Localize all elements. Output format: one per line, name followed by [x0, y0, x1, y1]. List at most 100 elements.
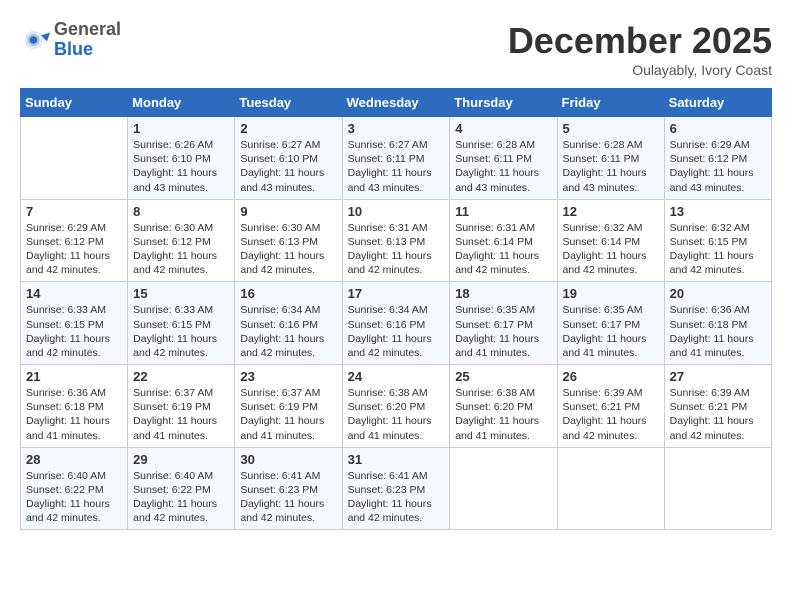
weekday-header-row: SundayMondayTuesdayWednesdayThursdayFrid… — [21, 89, 772, 117]
day-detail: Sunrise: 6:33 AM Sunset: 6:15 PM Dayligh… — [26, 303, 122, 360]
day-detail: Sunrise: 6:40 AM Sunset: 6:22 PM Dayligh… — [26, 469, 122, 526]
calendar-cell: 19Sunrise: 6:35 AM Sunset: 6:17 PM Dayli… — [557, 282, 664, 365]
day-number: 20 — [670, 286, 766, 301]
weekday-header-friday: Friday — [557, 89, 664, 117]
day-detail: Sunrise: 6:31 AM Sunset: 6:14 PM Dayligh… — [455, 221, 551, 278]
calendar-cell: 22Sunrise: 6:37 AM Sunset: 6:19 PM Dayli… — [128, 365, 235, 448]
day-detail: Sunrise: 6:30 AM Sunset: 6:12 PM Dayligh… — [133, 221, 229, 278]
title-area: December 2025 Oulayably, Ivory Coast — [508, 20, 772, 78]
calendar-cell: 29Sunrise: 6:40 AM Sunset: 6:22 PM Dayli… — [128, 447, 235, 530]
calendar-cell: 31 Sunrise: 6:41 AM Sunset: 6:23 PM Dayli… — [342, 447, 450, 530]
day-detail: Sunrise: 6:41 AM Sunset: 6:23 PM Dayligh… — [240, 469, 336, 526]
week-row-4: 21Sunrise: 6:36 AM Sunset: 6:18 PM Dayli… — [21, 365, 772, 448]
calendar-cell: 11 Sunrise: 6:31 AM Sunset: 6:14 PM Dayli… — [450, 199, 557, 282]
calendar-cell: 14 Sunrise: 6:33 AM Sunset: 6:15 PM Dayli… — [21, 282, 128, 365]
day-detail: Sunrise: 6:38 AM Sunset: 6:20 PM Dayligh… — [455, 386, 551, 443]
weekday-header-sunday: Sunday — [21, 89, 128, 117]
day-detail: Sunrise: 6:41 AM Sunset: 6:23 PM Dayligh… — [348, 469, 445, 526]
logo-general: General — [54, 20, 121, 40]
calendar-cell: 10 Sunrise: 6:31 AM Sunset: 6:13 PM Dayli… — [342, 199, 450, 282]
day-detail: Sunrise: 6:26 AM Sunset: 6:10 PM Dayligh… — [133, 138, 229, 195]
day-number: 7 — [26, 204, 122, 219]
calendar-cell: 30Sunrise: 6:41 AM Sunset: 6:23 PM Dayli… — [235, 447, 342, 530]
location: Oulayably, Ivory Coast — [508, 62, 772, 78]
day-number: 2 — [240, 121, 336, 136]
day-number: 23 — [240, 369, 336, 384]
calendar-cell — [664, 447, 771, 530]
weekday-header-wednesday: Wednesday — [342, 89, 450, 117]
day-detail: Sunrise: 6:37 AM Sunset: 6:19 PM Dayligh… — [133, 386, 229, 443]
calendar-cell: 28 Sunrise: 6:40 AM Sunset: 6:22 PM Dayli… — [21, 447, 128, 530]
calendar-cell: 7 Sunrise: 6:29 AM Sunset: 6:12 PM Daylig… — [21, 199, 128, 282]
calendar-cell: 12Sunrise: 6:32 AM Sunset: 6:14 PM Dayli… — [557, 199, 664, 282]
page-header: General Blue December 2025 Oulayably, Iv… — [20, 20, 772, 78]
day-detail: Sunrise: 6:39 AM Sunset: 6:21 PM Dayligh… — [563, 386, 659, 443]
calendar-table: SundayMondayTuesdayWednesdayThursdayFrid… — [20, 88, 772, 530]
calendar-cell: 15Sunrise: 6:33 AM Sunset: 6:15 PM Dayli… — [128, 282, 235, 365]
day-detail: Sunrise: 6:32 AM Sunset: 6:15 PM Dayligh… — [670, 221, 766, 278]
calendar-cell: 1 Sunrise: 6:26 AM Sunset: 6:10 PM Daylig… — [128, 117, 235, 200]
day-detail: Sunrise: 6:28 AM Sunset: 6:11 PM Dayligh… — [563, 138, 659, 195]
day-detail: Sunrise: 6:29 AM Sunset: 6:12 PM Dayligh… — [26, 221, 122, 278]
week-row-1: 1 Sunrise: 6:26 AM Sunset: 6:10 PM Daylig… — [21, 117, 772, 200]
week-row-2: 7 Sunrise: 6:29 AM Sunset: 6:12 PM Daylig… — [21, 199, 772, 282]
day-number: 28 — [26, 452, 122, 467]
day-detail: Sunrise: 6:30 AM Sunset: 6:13 PM Dayligh… — [240, 221, 336, 278]
day-number: 21 — [26, 369, 122, 384]
calendar-cell: 20 Sunrise: 6:36 AM Sunset: 6:18 PM Dayli… — [664, 282, 771, 365]
day-number: 15 — [133, 286, 229, 301]
calendar-cell: 18 Sunrise: 6:35 AM Sunset: 6:17 PM Dayli… — [450, 282, 557, 365]
weekday-header-thursday: Thursday — [450, 89, 557, 117]
calendar-cell — [450, 447, 557, 530]
day-detail: Sunrise: 6:39 AM Sunset: 6:21 PM Dayligh… — [670, 386, 766, 443]
day-detail: Sunrise: 6:34 AM Sunset: 6:16 PM Dayligh… — [348, 303, 445, 360]
weekday-header-monday: Monday — [128, 89, 235, 117]
logo-icon — [20, 25, 50, 55]
day-number: 1 — [133, 121, 229, 136]
day-detail: Sunrise: 6:32 AM Sunset: 6:14 PM Dayligh… — [563, 221, 659, 278]
calendar-cell: 6 Sunrise: 6:29 AM Sunset: 6:12 PM Daylig… — [664, 117, 771, 200]
calendar-cell: 24Sunrise: 6:38 AM Sunset: 6:20 PM Dayli… — [342, 365, 450, 448]
calendar-cell: 9Sunrise: 6:30 AM Sunset: 6:13 PM Daylig… — [235, 199, 342, 282]
calendar-cell: 17 Sunrise: 6:34 AM Sunset: 6:16 PM Dayli… — [342, 282, 450, 365]
day-number: 5 — [563, 121, 659, 136]
day-number: 10 — [348, 204, 445, 219]
calendar-cell: 23Sunrise: 6:37 AM Sunset: 6:19 PM Dayli… — [235, 365, 342, 448]
calendar-cell: 4 Sunrise: 6:28 AM Sunset: 6:11 PM Daylig… — [450, 117, 557, 200]
day-number: 31 — [348, 452, 445, 467]
day-detail: Sunrise: 6:27 AM Sunset: 6:10 PM Dayligh… — [240, 138, 336, 195]
day-detail: Sunrise: 6:35 AM Sunset: 6:17 PM Dayligh… — [455, 303, 551, 360]
calendar-cell — [21, 117, 128, 200]
day-number: 17 — [348, 286, 445, 301]
calendar-cell: 8 Sunrise: 6:30 AM Sunset: 6:12 PM Daylig… — [128, 199, 235, 282]
calendar-cell — [557, 447, 664, 530]
week-row-3: 14 Sunrise: 6:33 AM Sunset: 6:15 PM Dayli… — [21, 282, 772, 365]
day-number: 18 — [455, 286, 551, 301]
day-detail: Sunrise: 6:38 AM Sunset: 6:20 PM Dayligh… — [348, 386, 445, 443]
calendar-cell: 21Sunrise: 6:36 AM Sunset: 6:18 PM Dayli… — [21, 365, 128, 448]
weekday-header-saturday: Saturday — [664, 89, 771, 117]
day-detail: Sunrise: 6:36 AM Sunset: 6:18 PM Dayligh… — [670, 303, 766, 360]
day-number: 27 — [670, 369, 766, 384]
calendar-cell: 13 Sunrise: 6:32 AM Sunset: 6:15 PM Dayli… — [664, 199, 771, 282]
weekday-header-tuesday: Tuesday — [235, 89, 342, 117]
day-detail: Sunrise: 6:29 AM Sunset: 6:12 PM Dayligh… — [670, 138, 766, 195]
day-number: 29 — [133, 452, 229, 467]
day-detail: Sunrise: 6:28 AM Sunset: 6:11 PM Dayligh… — [455, 138, 551, 195]
calendar-cell: 25Sunrise: 6:38 AM Sunset: 6:20 PM Dayli… — [450, 365, 557, 448]
day-detail: Sunrise: 6:35 AM Sunset: 6:17 PM Dayligh… — [563, 303, 659, 360]
calendar-cell: 5 Sunrise: 6:28 AM Sunset: 6:11 PM Daylig… — [557, 117, 664, 200]
day-detail: Sunrise: 6:34 AM Sunset: 6:16 PM Dayligh… — [240, 303, 336, 360]
day-number: 4 — [455, 121, 551, 136]
month-title: December 2025 — [508, 20, 772, 62]
day-number: 8 — [133, 204, 229, 219]
day-number: 26 — [563, 369, 659, 384]
calendar-cell: 16Sunrise: 6:34 AM Sunset: 6:16 PM Dayli… — [235, 282, 342, 365]
calendar-cell: 3Sunrise: 6:27 AM Sunset: 6:11 PM Daylig… — [342, 117, 450, 200]
day-detail: Sunrise: 6:31 AM Sunset: 6:13 PM Dayligh… — [348, 221, 445, 278]
day-number: 14 — [26, 286, 122, 301]
day-number: 13 — [670, 204, 766, 219]
calendar-cell: 27 Sunrise: 6:39 AM Sunset: 6:21 PM Dayli… — [664, 365, 771, 448]
day-number: 6 — [670, 121, 766, 136]
day-number: 11 — [455, 204, 551, 219]
